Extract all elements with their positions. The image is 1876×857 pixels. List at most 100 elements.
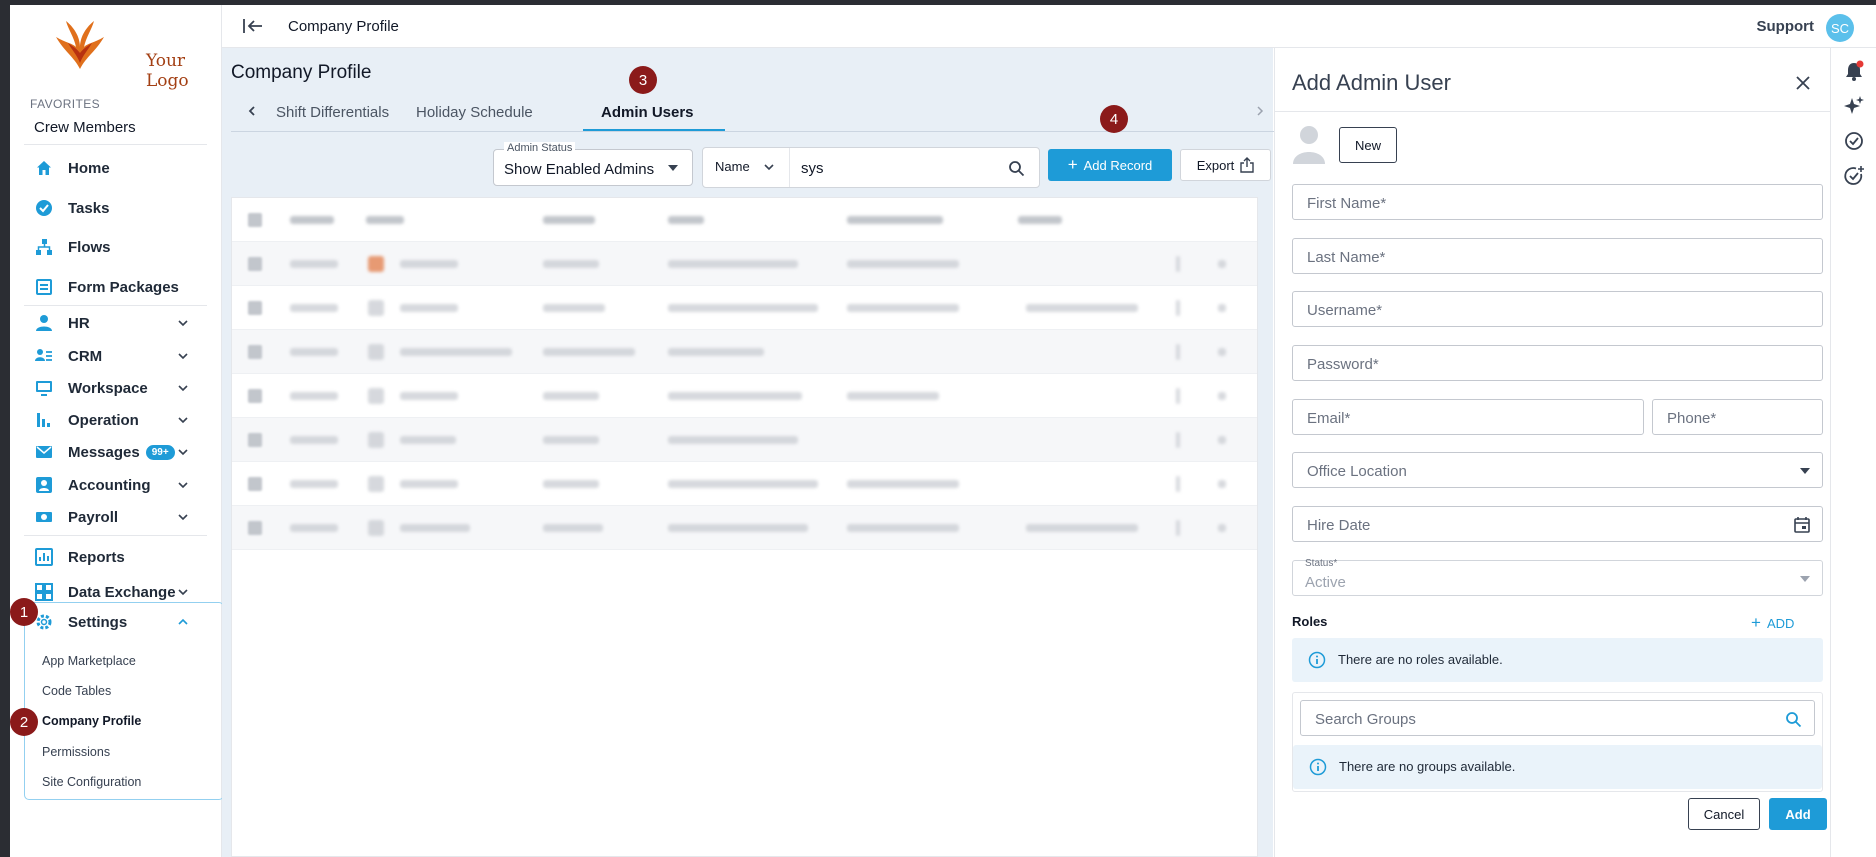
phone-field[interactable]: Phone* <box>1652 399 1823 435</box>
search-icon[interactable] <box>1008 160 1025 177</box>
chevron-right-icon[interactable] <box>1253 104 1267 118</box>
tasks-check-icon[interactable] <box>1843 130 1865 152</box>
column-header-blurred <box>668 216 704 224</box>
settings-code-tables[interactable]: Code Tables <box>42 684 111 698</box>
nav-accounting[interactable]: Accounting <box>24 470 210 500</box>
blurred-cell <box>400 480 458 488</box>
nav-payroll[interactable]: Payroll <box>24 502 210 532</box>
row-checkbox[interactable] <box>248 521 262 535</box>
nav-tasks[interactable]: Tasks <box>24 193 210 223</box>
tab-admin-users[interactable]: Admin Users <box>601 104 694 121</box>
table-row[interactable] <box>232 418 1257 462</box>
password-field[interactable]: Password* <box>1292 345 1823 381</box>
blurred-cell <box>668 436 798 444</box>
nav-messages[interactable]: Messages 99+ <box>24 437 210 467</box>
logo[interactable]: Your Logo <box>50 17 200 91</box>
nav-operation[interactable]: Operation <box>24 405 210 435</box>
calendar-icon[interactable] <box>1794 516 1810 533</box>
sparkle-ai-icon[interactable] <box>1843 95 1865 117</box>
support-link[interactable]: Support <box>1757 18 1815 35</box>
user-avatar[interactable]: SC <box>1826 14 1854 42</box>
nav-reports[interactable]: Reports <box>24 542 210 572</box>
nav-form-packages[interactable]: Form Packages <box>24 272 210 302</box>
settings-site-configuration[interactable]: Site Configuration <box>42 775 141 789</box>
table-row[interactable] <box>232 330 1257 374</box>
settings-permissions[interactable]: Permissions <box>42 745 110 759</box>
close-icon[interactable] <box>1796 76 1810 90</box>
search-field-select[interactable]: Name <box>715 159 750 174</box>
add-task-icon[interactable] <box>1843 165 1865 187</box>
table-row[interactable] <box>232 506 1257 550</box>
email-placeholder: Email* <box>1307 410 1351 427</box>
nav-home[interactable]: Home <box>24 153 210 183</box>
right-rail <box>1830 48 1876 857</box>
blurred-cell <box>668 304 818 312</box>
blurred-cell <box>543 480 599 488</box>
blurred-cell <box>543 304 605 312</box>
table-row[interactable] <box>232 462 1257 506</box>
settings-company-profile[interactable]: Company Profile <box>42 714 141 728</box>
add-record-label: Add Record <box>1083 157 1153 173</box>
row-checkbox[interactable] <box>248 301 262 315</box>
cancel-button[interactable]: Cancel <box>1688 798 1760 830</box>
blurred-cell <box>668 524 808 532</box>
hire-date-placeholder: Hire Date <box>1307 517 1371 534</box>
add-button[interactable]: Add <box>1769 798 1827 830</box>
table-row[interactable] <box>232 374 1257 418</box>
add-admin-user-drawer: Add Admin User New First Name* Last Name… <box>1274 48 1831 857</box>
blurred-cell <box>400 436 456 444</box>
nav-label: Tasks <box>68 199 110 217</box>
tab-holiday-schedule[interactable]: Holiday Schedule <box>416 104 533 121</box>
nav-hr[interactable]: HR <box>24 308 210 338</box>
first-name-field[interactable]: First Name* <box>1292 184 1823 220</box>
hire-date-field[interactable]: Hire Date <box>1292 506 1823 542</box>
office-location-select[interactable]: Office Location <box>1292 452 1823 488</box>
table-row[interactable] <box>232 286 1257 330</box>
blurred-cell <box>847 304 959 312</box>
nav-label: Reports <box>68 548 125 566</box>
collapse-sidebar-icon[interactable] <box>242 17 264 35</box>
blurred-cell <box>400 348 512 356</box>
add-record-button[interactable]: + Add Record <box>1048 149 1172 181</box>
status-select[interactable]: Status* Active <box>1292 558 1823 596</box>
nav-workspace[interactable]: Workspace <box>24 373 210 403</box>
favorite-crew-members[interactable]: Crew Members <box>34 119 136 136</box>
nav-flows[interactable]: Flows <box>24 232 210 262</box>
row-checkbox[interactable] <box>248 389 262 403</box>
new-photo-button[interactable]: New <box>1339 127 1397 163</box>
divider <box>24 535 207 536</box>
search-groups-input[interactable]: Search Groups <box>1300 700 1815 736</box>
blurred-cell <box>1176 476 1180 492</box>
export-button[interactable]: Export <box>1180 149 1271 181</box>
table-row[interactable] <box>232 242 1257 286</box>
avatar <box>368 432 384 448</box>
search-input[interactable]: sys <box>801 160 824 177</box>
chevron-down-icon <box>178 417 188 424</box>
add-role-button[interactable]: + ADD <box>1751 613 1794 633</box>
groups-section: Search Groups There are no groups availa… <box>1292 692 1823 792</box>
row-checkbox[interactable] <box>248 345 262 359</box>
blurred-cell <box>1218 304 1226 312</box>
last-name-field[interactable]: Last Name* <box>1292 238 1823 274</box>
settings-app-marketplace[interactable]: App Marketplace <box>42 654 136 668</box>
email-field[interactable]: Email* <box>1292 399 1644 435</box>
nav-settings[interactable]: Settings <box>24 607 210 637</box>
search-icon[interactable] <box>1785 711 1802 728</box>
blurred-cell <box>400 524 470 532</box>
office-location-placeholder: Office Location <box>1307 463 1407 480</box>
username-field[interactable]: Username* <box>1292 291 1823 327</box>
blurred-cell <box>290 524 338 532</box>
notification-bell-icon[interactable] <box>1843 60 1865 82</box>
blurred-cell <box>400 392 458 400</box>
plus-icon: + <box>1067 155 1078 174</box>
nav-label: Accounting <box>68 476 151 494</box>
select-all-checkbox[interactable] <box>248 213 262 227</box>
row-checkbox[interactable] <box>248 257 262 271</box>
row-checkbox[interactable] <box>248 477 262 491</box>
tab-shift-differentials[interactable]: Shift Differentials <box>276 104 389 121</box>
chevron-left-icon[interactable] <box>245 104 259 118</box>
admin-status-select[interactable]: Admin Status Show Enabled Admins <box>493 142 693 186</box>
step-marker-3: 3 <box>629 66 657 94</box>
row-checkbox[interactable] <box>248 433 262 447</box>
nav-crm[interactable]: CRM <box>24 341 210 371</box>
